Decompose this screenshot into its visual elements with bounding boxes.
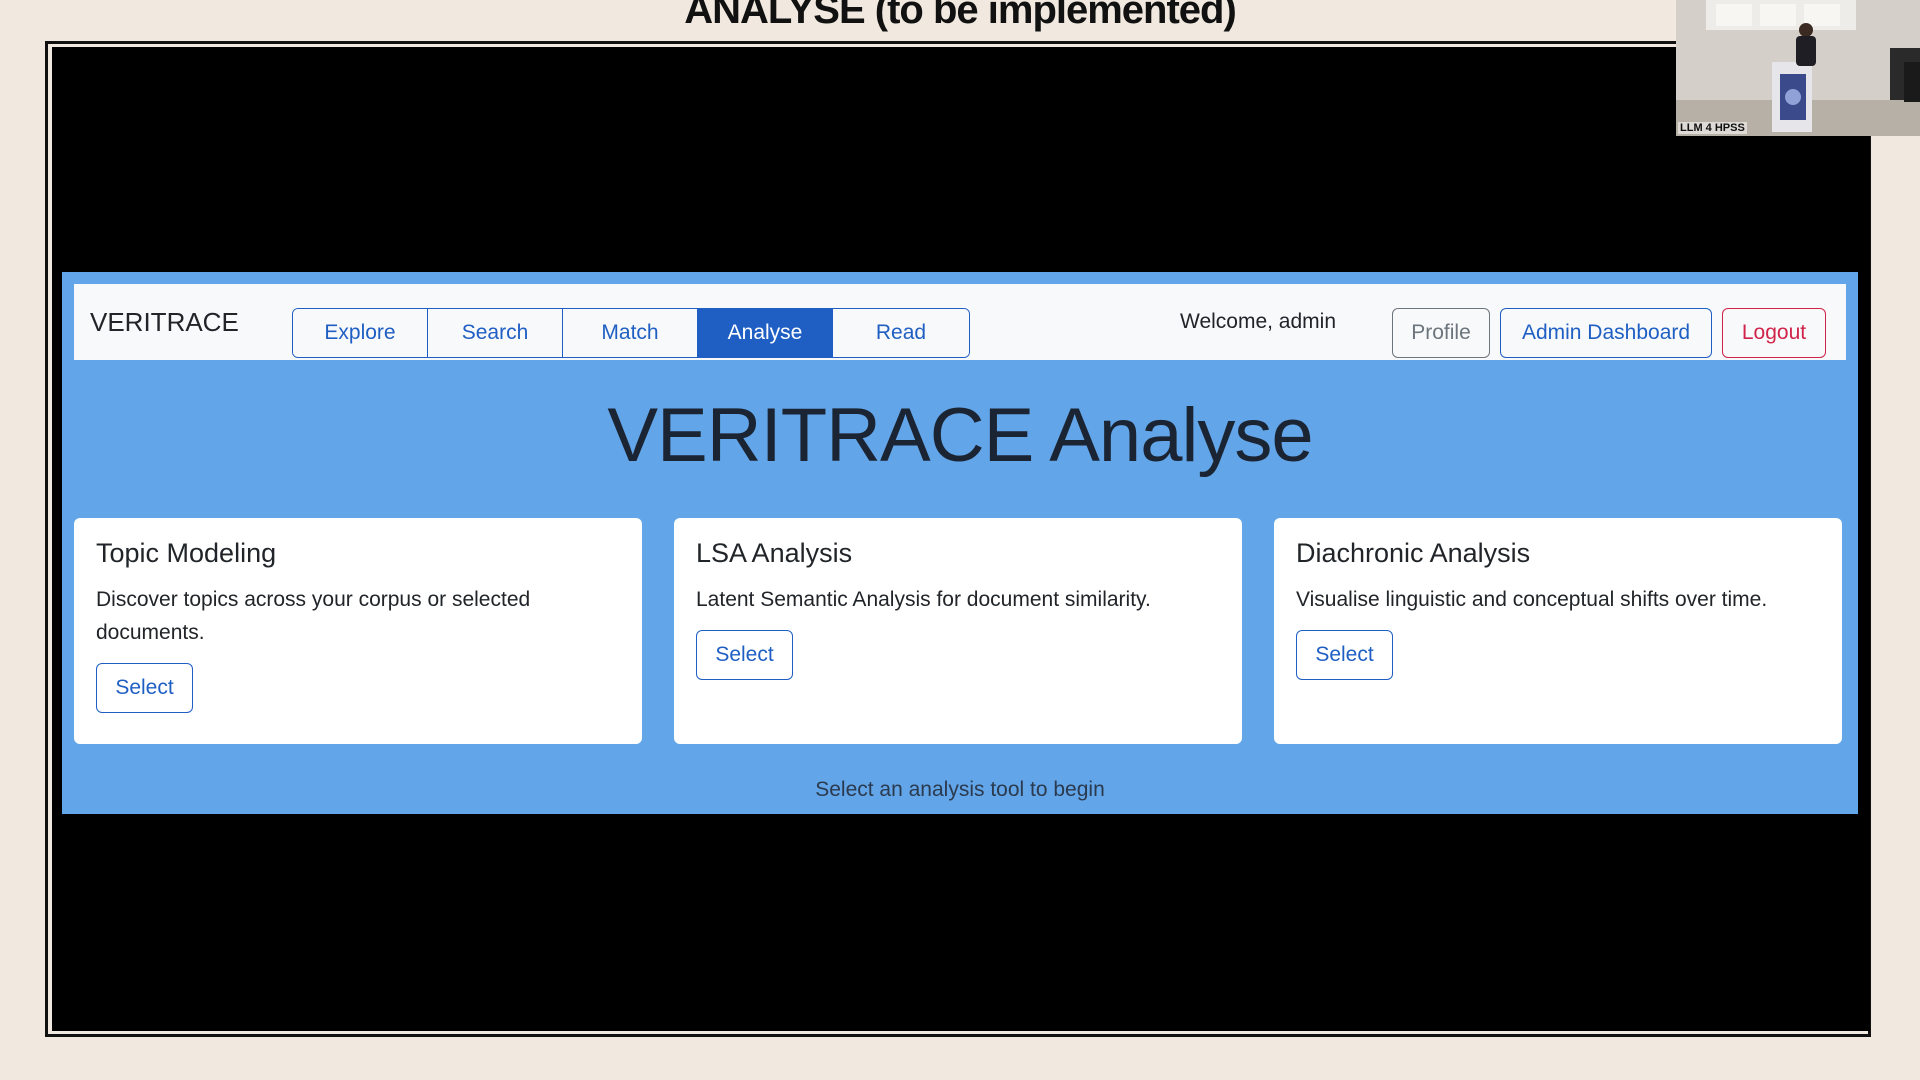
card-diachronic-analysis: Diachronic Analysis Visualise linguistic… xyxy=(1274,518,1842,744)
tab-explore[interactable]: Explore xyxy=(293,309,428,357)
card-description: Visualise linguistic and conceptual shif… xyxy=(1296,588,1768,611)
app-viewport: VERITRACE Explore Search Match Analyse R… xyxy=(62,272,1858,814)
webcam-image xyxy=(1676,0,1920,136)
slide: ANALYSE (to be implemented) VERITRACE Ex… xyxy=(0,0,1920,1080)
profile-button[interactable]: Profile xyxy=(1392,308,1490,358)
footer-hint: Select an analysis tool to begin xyxy=(815,778,1105,801)
webcam-label: LLM 4 HPSS xyxy=(1678,122,1747,134)
card-description: Latent Semantic Analysis for document si… xyxy=(696,588,1151,611)
select-topic-modeling-button[interactable]: Select xyxy=(96,663,193,713)
admin-dashboard-button[interactable]: Admin Dashboard xyxy=(1500,308,1712,358)
page-title: VERITRACE Analyse xyxy=(607,393,1313,478)
slide-title: ANALYSE (to be implemented) xyxy=(684,0,1237,32)
main-tabs: Explore Search Match Analyse Read xyxy=(292,308,970,358)
card-topic-modeling: Topic Modeling Discover topics across yo… xyxy=(74,518,642,744)
tab-read[interactable]: Read xyxy=(833,309,969,357)
webcam-overlay: LLM 4 HPSS xyxy=(1676,0,1920,136)
tab-analyse[interactable]: Analyse xyxy=(698,309,833,357)
navbar: VERITRACE Explore Search Match Analyse R… xyxy=(74,284,1846,360)
card-title: LSA Analysis xyxy=(696,538,853,568)
select-lsa-analysis-button[interactable]: Select xyxy=(696,630,793,680)
brand-logo[interactable]: VERITRACE xyxy=(90,284,239,360)
card-title: Diachronic Analysis xyxy=(1296,538,1531,568)
card-title: Topic Modeling xyxy=(96,538,277,568)
select-diachronic-analysis-button[interactable]: Select xyxy=(1296,630,1393,680)
card-description: Discover topics across your corpus or se… xyxy=(96,588,531,644)
tab-match[interactable]: Match xyxy=(563,309,698,357)
card-lsa-analysis: LSA Analysis Latent Semantic Analysis fo… xyxy=(674,518,1242,744)
logout-button[interactable]: Logout xyxy=(1722,308,1826,358)
tab-search[interactable]: Search xyxy=(428,309,563,357)
welcome-text: Welcome, admin xyxy=(1180,310,1337,333)
